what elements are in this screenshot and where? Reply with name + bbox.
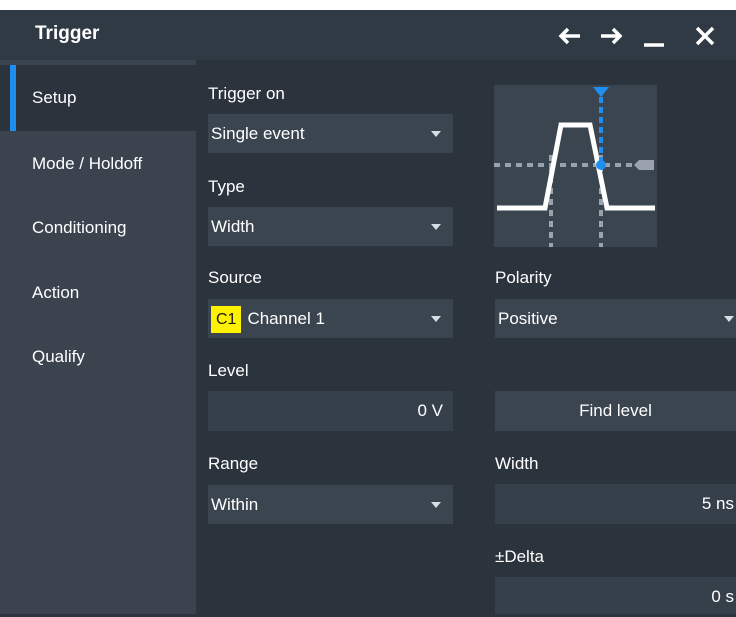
- sidebar-item-mode-holdoff[interactable]: Mode / Holdoff: [0, 131, 196, 197]
- title-bar: Trigger: [0, 10, 736, 60]
- delta-input[interactable]: 0 s: [495, 577, 736, 614]
- sidebar-item-qualify[interactable]: Qualify: [0, 324, 196, 390]
- back-arrow-icon[interactable]: [556, 22, 584, 50]
- chevron-down-icon: [431, 224, 441, 230]
- polarity-label: Polarity: [495, 268, 552, 287]
- level-label: Level: [208, 361, 249, 380]
- source-dropdown[interactable]: C1 Channel 1: [208, 299, 453, 338]
- window-title: Trigger: [35, 23, 100, 44]
- chevron-down-icon: [431, 502, 441, 508]
- polarity-dropdown[interactable]: Positive: [495, 299, 736, 338]
- sidebar-item-setup[interactable]: Setup: [0, 65, 196, 131]
- level-input[interactable]: 0 V: [208, 391, 453, 431]
- sidebar-item-action[interactable]: Action: [0, 260, 196, 326]
- chevron-down-icon: [724, 316, 734, 322]
- width-label: Width: [495, 454, 539, 473]
- width-input[interactable]: 5 ns: [495, 484, 736, 524]
- width-trigger-diagram: [494, 85, 657, 247]
- range-label: Range: [208, 454, 259, 473]
- find-level-button[interactable]: Find level: [495, 391, 736, 431]
- source-label: Source: [208, 268, 262, 287]
- source-value: Channel 1: [247, 309, 325, 328]
- sidebar: Setup Mode / Holdoff Conditioning Action…: [0, 60, 196, 614]
- type-value: Width: [211, 217, 255, 236]
- delta-label: ±Delta: [495, 547, 545, 566]
- range-dropdown[interactable]: Within: [208, 485, 453, 524]
- forward-arrow-icon[interactable]: [597, 22, 625, 50]
- close-icon[interactable]: [691, 22, 719, 50]
- chevron-down-icon: [431, 316, 441, 322]
- trigger-on-value: Single event: [211, 124, 305, 143]
- type-dropdown[interactable]: Width: [208, 207, 453, 246]
- range-value: Within: [211, 495, 259, 514]
- trigger-waveform-icon: [494, 87, 655, 247]
- type-label: Type: [208, 177, 245, 196]
- chevron-down-icon: [431, 131, 441, 137]
- sidebar-item-conditioning[interactable]: Conditioning: [0, 195, 196, 261]
- minimize-icon[interactable]: [640, 22, 668, 50]
- trigger-on-label: Trigger on: [208, 84, 285, 103]
- top-strip: [0, 0, 736, 10]
- trigger-on-dropdown[interactable]: Single event: [208, 114, 453, 153]
- channel-badge: C1: [211, 306, 242, 334]
- polarity-value: Positive: [498, 309, 558, 328]
